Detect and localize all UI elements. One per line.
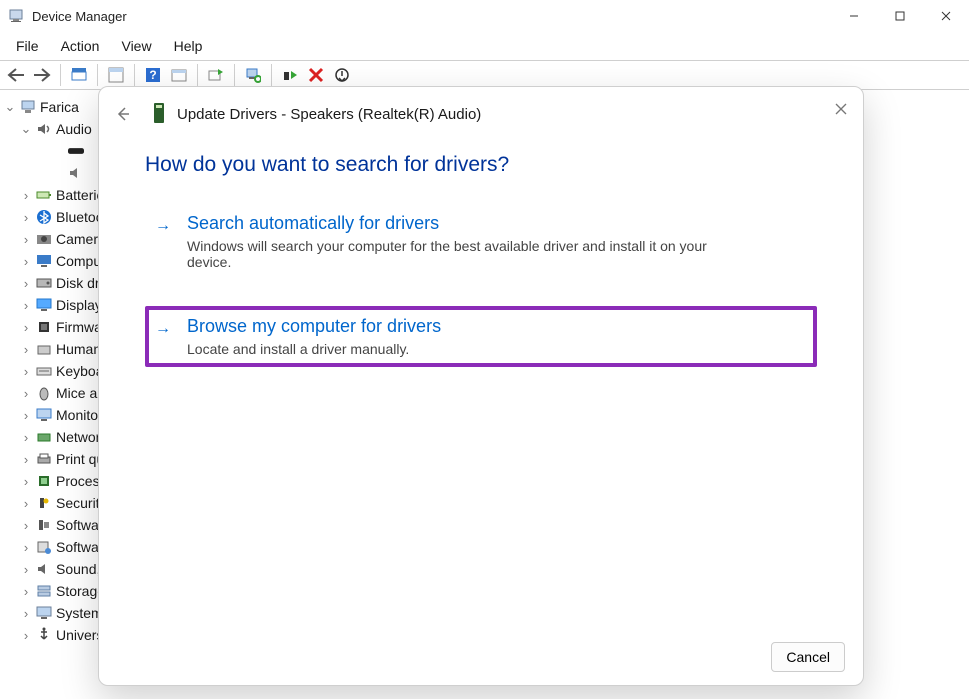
chevron-right-icon: ›: [20, 475, 32, 487]
bluetooth-icon: [36, 209, 52, 225]
menu-view[interactable]: View: [111, 36, 161, 56]
toolbar-update-driver-icon[interactable]: [204, 63, 228, 87]
option-search-automatically[interactable]: → Search automatically for drivers Windo…: [145, 203, 817, 280]
software-icon: [36, 539, 52, 555]
speaker-icon: [68, 165, 84, 181]
system-icon: [36, 605, 52, 621]
disk-icon: [36, 275, 52, 291]
chevron-right-icon: ›: [20, 233, 32, 245]
battery-icon: [36, 187, 52, 203]
chip-icon: [36, 319, 52, 335]
maximize-button[interactable]: [877, 0, 923, 32]
arrow-right-icon: →: [155, 213, 175, 270]
arrow-right-icon: →: [155, 316, 175, 357]
option-desc: Windows will search your computer for th…: [187, 238, 727, 270]
hid-icon: [36, 341, 52, 357]
chevron-right-icon: ›: [20, 387, 32, 399]
option-title: Browse my computer for drivers: [187, 316, 441, 337]
menu-help[interactable]: Help: [164, 36, 213, 56]
chevron-down-icon: ⌄: [20, 123, 32, 135]
dialog-title: Update Drivers - Speakers (Realtek(R) Au…: [177, 106, 481, 123]
toolbar-enable-device-icon[interactable]: [278, 63, 302, 87]
component-icon: [36, 517, 52, 533]
chevron-right-icon: ›: [20, 277, 32, 289]
chevron-right-icon: ›: [20, 519, 32, 531]
toolbar-help-icon[interactable]: ?: [141, 63, 165, 87]
chevron-right-icon: ›: [20, 453, 32, 465]
display-icon: [36, 297, 52, 313]
dialog-heading: How do you want to search for drivers?: [145, 153, 817, 177]
camera-icon: [36, 231, 52, 247]
minimize-button[interactable]: [831, 0, 877, 32]
monitor-icon: [36, 253, 52, 269]
toolbar-scan-hardware-icon[interactable]: [241, 63, 265, 87]
chevron-right-icon: ›: [20, 497, 32, 509]
nav-forward-button[interactable]: [30, 63, 54, 87]
keyboard-icon: [36, 363, 52, 379]
chevron-down-icon: ⌄: [4, 101, 16, 113]
close-button[interactable]: [923, 0, 969, 32]
chevron-right-icon: ›: [20, 629, 32, 641]
chevron-right-icon: ›: [20, 365, 32, 377]
chevron-right-icon: ›: [20, 299, 32, 311]
dialog-back-button[interactable]: [111, 102, 135, 126]
mouse-icon: [36, 385, 52, 401]
chevron-right-icon: ›: [20, 585, 32, 597]
chevron-right-icon: ›: [20, 607, 32, 619]
chevron-right-icon: ›: [20, 431, 32, 443]
network-icon: [36, 429, 52, 445]
speaker-icon: [36, 121, 52, 137]
toolbar-action-icon[interactable]: [167, 63, 191, 87]
device-icon: [68, 143, 84, 159]
menu-action[interactable]: Action: [51, 36, 110, 56]
devmgr-icon: [8, 8, 24, 24]
speaker-icon: [36, 561, 52, 577]
chevron-right-icon: ›: [20, 255, 32, 267]
nav-back-button[interactable]: [4, 63, 28, 87]
security-icon: [36, 495, 52, 511]
chevron-right-icon: ›: [20, 343, 32, 355]
dialog-device-icon: [151, 102, 167, 127]
chevron-right-icon: ›: [20, 409, 32, 421]
option-title: Search automatically for drivers: [187, 213, 727, 234]
tree-item-label: Audio: [56, 121, 92, 137]
computer-icon: [20, 99, 36, 115]
option-browse-computer[interactable]: → Browse my computer for drivers Locate …: [145, 306, 817, 367]
toolbar-properties-icon[interactable]: [104, 63, 128, 87]
chevron-right-icon: ›: [20, 211, 32, 223]
dialog-close-button[interactable]: [827, 95, 855, 123]
svg-text:?: ?: [149, 68, 156, 82]
update-drivers-dialog: Update Drivers - Speakers (Realtek(R) Au…: [98, 86, 864, 686]
option-desc: Locate and install a driver manually.: [187, 341, 441, 357]
menu-file[interactable]: File: [6, 36, 49, 56]
cpu-icon: [36, 473, 52, 489]
usb-icon: [36, 627, 52, 643]
menu-bar: File Action View Help: [0, 32, 969, 61]
window-title: Device Manager: [32, 9, 127, 24]
toolbar-uninstall-icon[interactable]: [304, 63, 328, 87]
chevron-right-icon: ›: [20, 321, 32, 333]
monitor-icon: [36, 407, 52, 423]
chevron-right-icon: ›: [20, 541, 32, 553]
cancel-button[interactable]: Cancel: [771, 642, 845, 672]
tree-root-label: Farica: [40, 99, 79, 115]
chevron-right-icon: ›: [20, 189, 32, 201]
toolbar-disable-icon[interactable]: [330, 63, 354, 87]
chevron-right-icon: ›: [20, 563, 32, 575]
toolbar-show-hidden-icon[interactable]: [67, 63, 91, 87]
storage-icon: [36, 583, 52, 599]
printer-icon: [36, 451, 52, 467]
